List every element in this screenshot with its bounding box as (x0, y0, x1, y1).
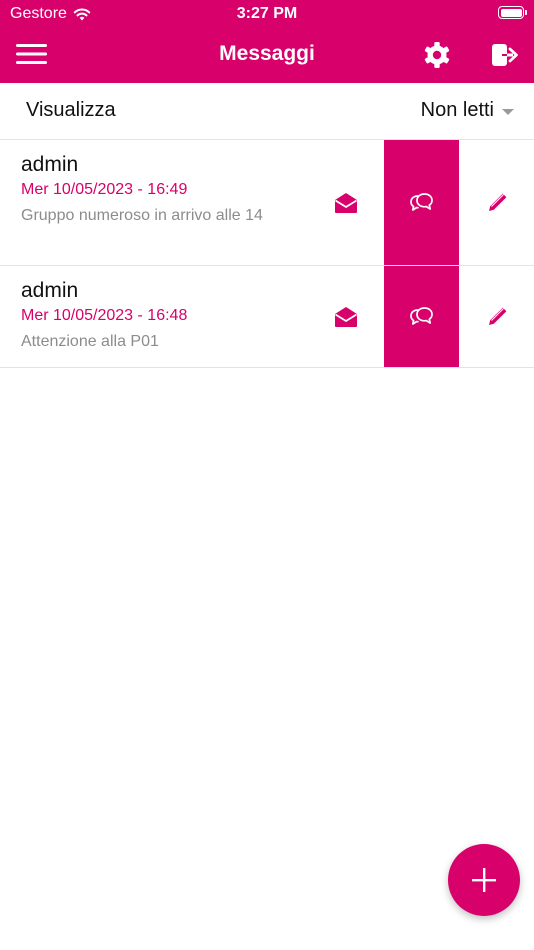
status-bar: Gestore 3:27 PM (0, 0, 534, 28)
add-message-button[interactable] (448, 844, 520, 916)
filter-dropdown[interactable]: Non letti (421, 99, 514, 122)
plus-icon (472, 868, 496, 892)
status-time: 3:27 PM (236, 5, 298, 22)
chevron-down-icon (502, 108, 514, 115)
pencil-icon[interactable] (484, 190, 510, 216)
reply-button[interactable] (384, 140, 459, 265)
reply-button[interactable] (384, 266, 459, 367)
message-date: Mer 10/05/2023 - 16:48 (21, 307, 188, 324)
message-date: Mer 10/05/2023 - 16:49 (21, 181, 188, 198)
chat-bubbles-icon (410, 307, 433, 325)
gear-icon[interactable] (422, 40, 452, 70)
filter-selected-value: Non letti (420, 99, 494, 121)
filter-label: Visualizza (26, 99, 116, 121)
chat-bubbles-icon (410, 193, 433, 211)
battery-icon (498, 6, 527, 19)
message-row[interactable]: admin Mer 10/05/2023 - 16:49 Gruppo nume… (0, 140, 534, 266)
message-list: admin Mer 10/05/2023 - 16:49 Gruppo nume… (0, 140, 534, 368)
message-row[interactable]: admin Mer 10/05/2023 - 16:48 Attenzione … (0, 266, 534, 368)
top-bar: Gestore 3:27 PM Messaggi (0, 0, 534, 83)
message-sender: admin (21, 279, 79, 302)
message-preview: Attenzione alla P01 (21, 333, 159, 350)
message-text: admin Mer 10/05/2023 - 16:49 Gruppo nume… (21, 152, 291, 227)
pencil-icon[interactable] (484, 304, 510, 330)
envelope-open-icon[interactable] (333, 305, 359, 329)
envelope-open-icon[interactable] (333, 191, 359, 215)
filter-bar: Visualizza Non letti (0, 83, 534, 140)
nav-bar: Messaggi (0, 28, 534, 83)
message-preview: Gruppo numeroso in arrivo alle 14 (21, 207, 263, 224)
logout-icon[interactable] (490, 41, 518, 69)
message-text: admin Mer 10/05/2023 - 16:48 Attenzione … (21, 278, 291, 353)
page-title: Messaggi (219, 42, 315, 65)
message-sender: admin (21, 153, 79, 176)
